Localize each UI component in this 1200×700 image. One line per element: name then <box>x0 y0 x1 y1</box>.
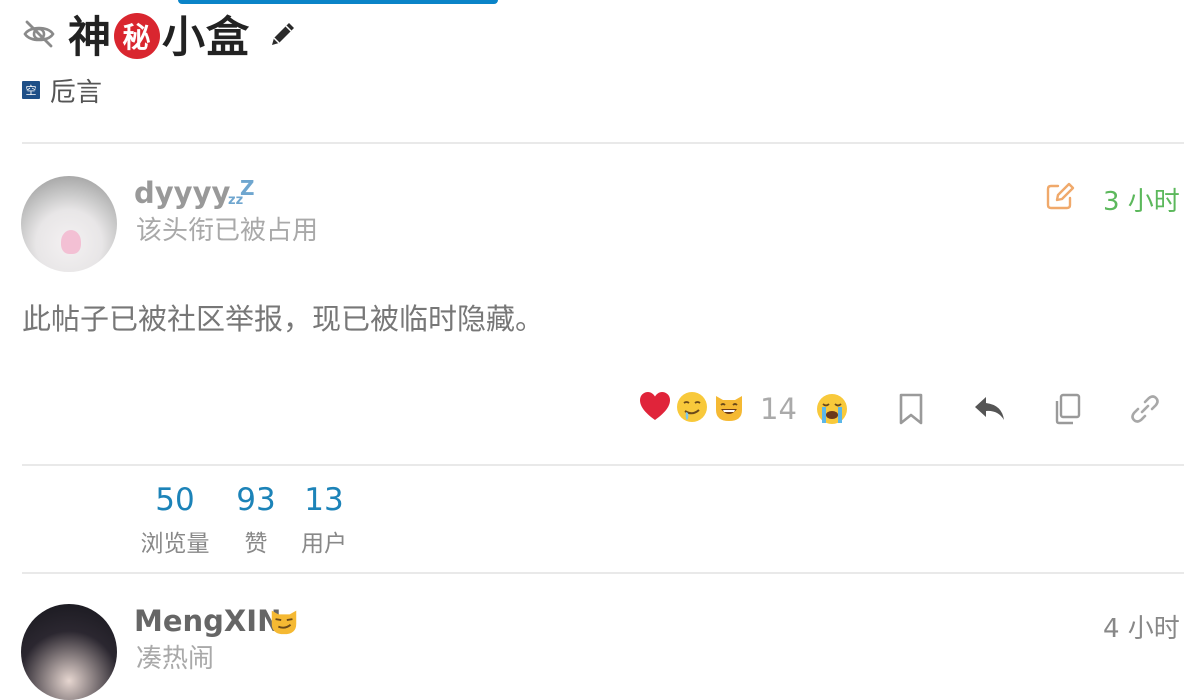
crying-face-icon[interactable] <box>815 392 849 426</box>
stat-likes: 93 赞 <box>232 482 280 558</box>
copy-icon[interactable] <box>1050 392 1084 426</box>
post-username[interactable]: dyyyy <box>134 176 230 210</box>
reaction-count[interactable]: 14 <box>760 392 797 426</box>
users-label: 用户 <box>301 531 347 557</box>
reactions-list[interactable] <box>638 390 749 424</box>
pencil-icon[interactable] <box>266 17 300 51</box>
link-icon[interactable] <box>1128 392 1162 426</box>
post-date[interactable]: 4 小时 <box>1103 608 1180 645</box>
title-part-1: 神 <box>68 13 112 63</box>
category-link[interactable]: 空 卮言 <box>22 74 103 108</box>
drooling-face-icon <box>677 392 707 422</box>
likes-label: 赞 <box>244 531 268 557</box>
topic-title-row: 神 秘 小盒 <box>22 8 300 63</box>
post-body: 此帖子已被社区举报，现已被临时隐藏。 <box>22 302 545 336</box>
post-username[interactable]: MengXIN <box>134 604 281 638</box>
likes-count: 93 <box>236 482 276 518</box>
grinning-cat-icon <box>716 396 742 421</box>
smirking-cat-icon <box>271 610 297 635</box>
title-part-2: 小盒 <box>162 13 250 63</box>
divider <box>22 142 1184 144</box>
stat-views: 50 浏览量 <box>136 482 214 558</box>
bookmark-icon[interactable] <box>894 392 928 426</box>
views-label: 浏览量 <box>140 531 210 557</box>
views-count: 50 <box>155 482 195 518</box>
user-title: 该头衔已被占用 <box>136 216 319 246</box>
users-count: 13 <box>304 482 344 518</box>
topic-title[interactable]: 神 秘 小盒 <box>68 3 250 65</box>
avatar[interactable] <box>21 176 117 272</box>
sleep-status-icon-big: Z <box>240 176 255 200</box>
divider <box>22 572 1184 574</box>
heart-emoji-icon <box>640 392 670 420</box>
avatar[interactable] <box>21 604 117 700</box>
secret-badge: 秘 <box>114 13 160 59</box>
stat-users[interactable]: 13 用户 <box>296 482 352 558</box>
category-badge: 空 <box>22 81 40 99</box>
post-date[interactable]: 3 小时 <box>1103 181 1180 218</box>
reply-icon[interactable] <box>972 392 1006 426</box>
category-label: 卮言 <box>50 77 103 108</box>
user-title: 凑热闹 <box>136 644 215 674</box>
eye-slash-icon[interactable] <box>22 17 56 51</box>
edit-history-icon[interactable] <box>1044 180 1076 212</box>
divider <box>22 464 1184 466</box>
